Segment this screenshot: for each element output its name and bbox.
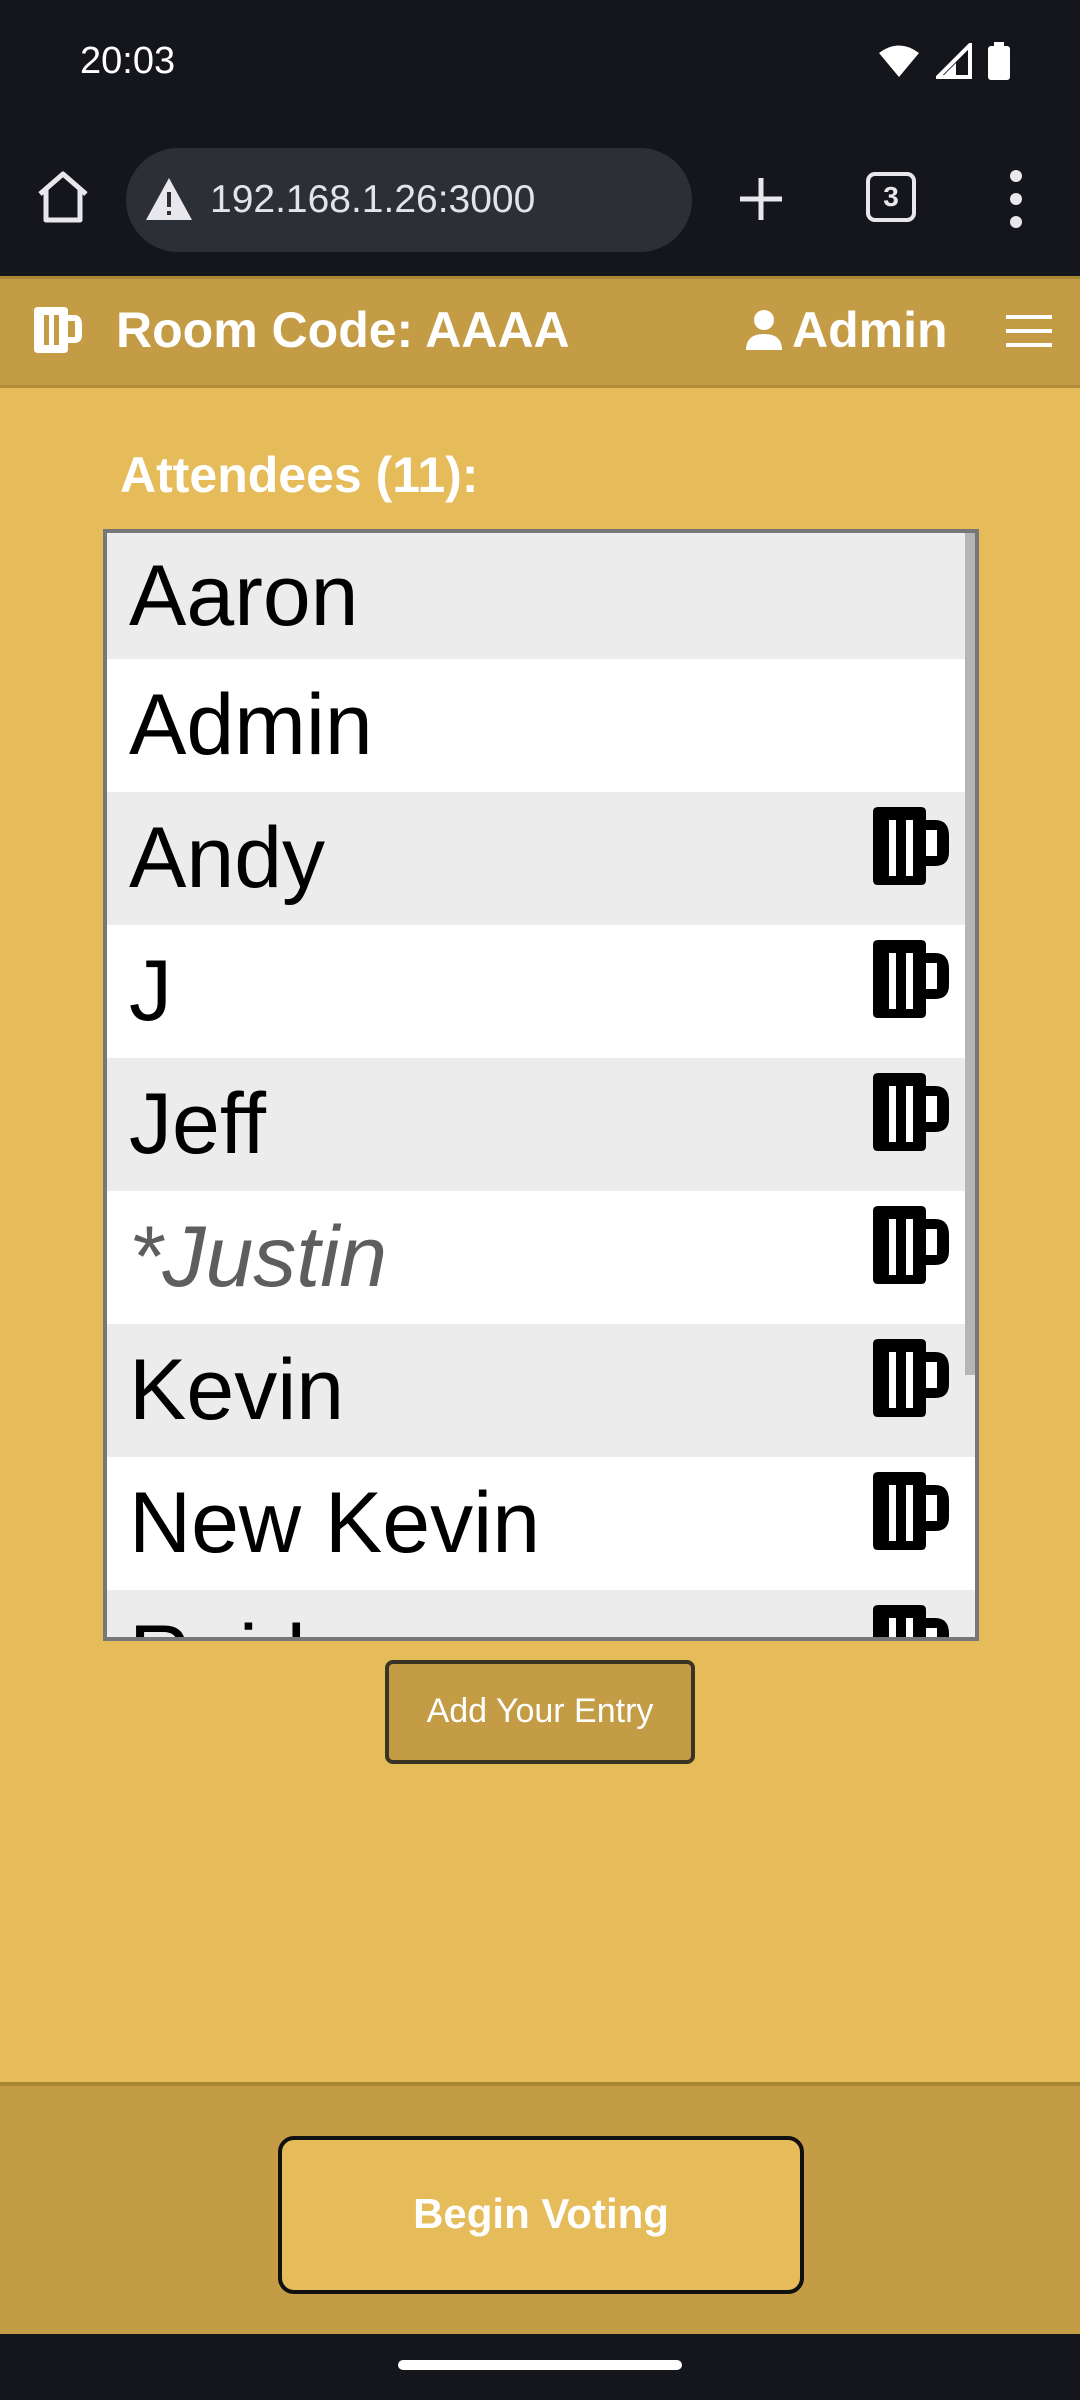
address-bar[interactable]: 192.168.1.26:3000 <box>126 148 692 252</box>
beer-mug-icon <box>873 1073 949 1151</box>
list-item[interactable]: Jeff <box>107 1058 975 1191</box>
url-text[interactable]: 192.168.1.26:3000 <box>210 178 535 222</box>
home-gesture-handle[interactable] <box>398 2360 682 2370</box>
list-item[interactable]: New Kevin <box>107 1457 975 1590</box>
beer-mug-icon <box>873 1339 949 1417</box>
list-item[interactable]: Kevin <box>107 1324 975 1457</box>
status-icons <box>878 42 1010 80</box>
list-item[interactable]: *Justin <box>107 1191 975 1324</box>
navigation-bar <box>0 2334 1080 2400</box>
beer-mug-icon <box>873 1605 949 1637</box>
home-icon[interactable] <box>34 168 92 226</box>
hamburger-menu-icon[interactable] <box>1006 313 1052 349</box>
beer-mug-icon <box>873 1206 949 1284</box>
footer-bar: Begin Voting <box>0 2082 1080 2334</box>
list-item[interactable]: Andy <box>107 792 975 925</box>
begin-voting-button[interactable]: Begin Voting <box>278 2136 804 2294</box>
battery-icon <box>988 42 1010 80</box>
room-code-label: Room Code: AAAA <box>116 302 570 358</box>
beer-mug-icon <box>873 807 949 885</box>
user-name: Admin <box>792 302 948 358</box>
user-menu[interactable]: Admin <box>744 301 948 359</box>
attendee-name: J <box>129 943 172 1039</box>
list-item[interactable]: Admin <box>107 659 975 792</box>
status-time: 20:03 <box>80 40 176 82</box>
plus-icon[interactable] <box>732 170 790 228</box>
list-item[interactable]: Aaron <box>107 533 975 659</box>
attendee-name: Andy <box>129 810 326 906</box>
list-scrollbar[interactable] <box>965 533 975 1375</box>
app-header: Room Code: AAAA Admin <box>0 276 1080 388</box>
beer-mug-icon <box>873 1472 949 1550</box>
person-icon <box>746 310 782 350</box>
add-entry-button[interactable]: Add Your Entry <box>385 1660 695 1764</box>
tab-switcher-button[interactable]: 3 <box>866 172 916 222</box>
status-bar: 20:03 <box>0 0 1080 128</box>
attendee-name: Kevin <box>129 1342 345 1438</box>
attendee-name: Reid <box>129 1607 306 1637</box>
warning-icon[interactable] <box>144 176 194 222</box>
beer-mug-icon <box>873 940 949 1018</box>
attendee-name: Jeff <box>129 1076 267 1172</box>
beer-mug-icon <box>34 307 82 353</box>
app-page: Room Code: AAAA Admin Attendees (11): Aa… <box>0 276 1080 2334</box>
list-item[interactable]: J <box>107 925 975 1058</box>
attendee-name: Admin <box>129 677 373 773</box>
attendee-name: New Kevin <box>129 1475 541 1571</box>
attendee-name: Aaron <box>129 547 359 644</box>
wifi-icon <box>879 45 919 77</box>
attendees-heading: Attendees (11): <box>120 447 479 503</box>
more-vert-icon[interactable] <box>1006 168 1026 230</box>
attendee-name: *Justin <box>129 1209 388 1305</box>
list-item[interactable]: Reid <box>107 1590 975 1637</box>
browser-toolbar: 192.168.1.26:3000 3 <box>0 128 1080 276</box>
attendee-list[interactable]: Aaron Admin Andy J Jeff *Justin Kevin Ne… <box>103 529 979 1641</box>
signal-icon <box>936 43 972 79</box>
